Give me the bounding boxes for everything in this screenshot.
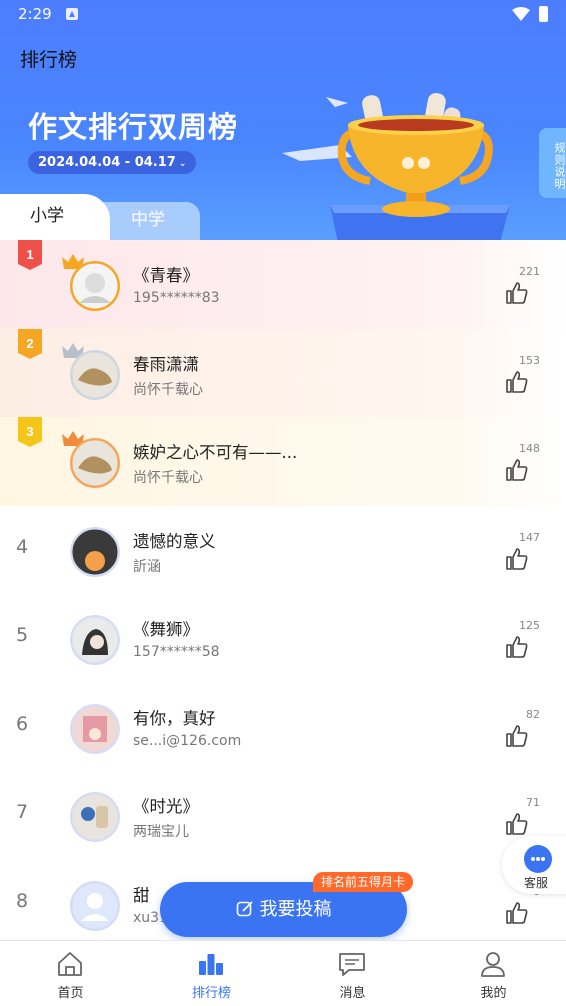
wifi-icon bbox=[512, 7, 530, 21]
thumbs-up-icon[interactable] bbox=[505, 724, 529, 748]
avatar bbox=[70, 438, 120, 488]
nav-profile-label: 我的 bbox=[480, 986, 507, 1001]
ranking-list: 1 《青春》 195******83 221 2 春雨潇潇 尚怀千载心 1 5 3 … bbox=[0, 240, 566, 948]
like-count: 82 bbox=[526, 707, 540, 721]
like-count: 153 bbox=[519, 353, 540, 367]
like-count: 71 bbox=[526, 796, 540, 809]
essay-title: 有你，真好 bbox=[133, 708, 216, 728]
promo-tag: 排名前五得月卡 bbox=[313, 872, 414, 892]
home-icon bbox=[58, 952, 82, 976]
status-time: 2:29 bbox=[18, 5, 52, 23]
essay-author: 訢涵 bbox=[133, 558, 161, 575]
customer-service-button[interactable]: 客服 bbox=[502, 836, 566, 894]
avatar bbox=[70, 703, 120, 754]
ranking-row[interactable]: 7 《时光》 两瑞宝儿 71 bbox=[0, 771, 566, 860]
essay-author: se...i@126.com bbox=[133, 732, 242, 749]
nav-ranking[interactable]: 排行榜 bbox=[141, 941, 282, 1006]
date-range-selector[interactable]: 2024.04.04 - 04.17 ⌄ bbox=[28, 151, 197, 174]
message-icon bbox=[339, 953, 365, 976]
rank-number: 4 bbox=[16, 535, 29, 558]
bottom-navigation: 首页 排行榜 消息 我的 bbox=[0, 940, 566, 1006]
board-title: 作文排行双周榜 bbox=[28, 110, 239, 144]
ranking-row[interactable]: 5 《舞狮》 157******58 125 bbox=[0, 594, 566, 683]
svg-text:1: 1 bbox=[26, 247, 33, 262]
rank-number: 6 bbox=[16, 712, 29, 735]
avatar bbox=[70, 261, 120, 311]
svg-text:3: 3 bbox=[26, 424, 33, 439]
ranking-row[interactable]: 2 春雨潇潇 尚怀千载心 153 bbox=[0, 328, 566, 417]
thumbs-up-icon[interactable] bbox=[505, 547, 529, 571]
chevron-down-icon: ⌄ bbox=[178, 159, 187, 169]
rank-badge-3: 3 bbox=[18, 417, 42, 447]
rank-number: 5 bbox=[16, 624, 29, 646]
edit-icon bbox=[236, 901, 253, 917]
notification-icon bbox=[66, 8, 78, 20]
thumbs-up-icon[interactable] bbox=[505, 812, 529, 836]
nav-ranking-label: 排行榜 bbox=[191, 986, 231, 1001]
essay-author: 尚怀千载心 bbox=[133, 470, 203, 486]
tab-primary-school[interactable]: 小学 bbox=[0, 194, 110, 242]
essay-author: 尚怀千载心 bbox=[133, 381, 203, 398]
essay-title: 春雨潇潇 bbox=[133, 354, 199, 374]
avatar bbox=[70, 792, 120, 842]
nav-profile[interactable]: 我的 bbox=[423, 941, 564, 1006]
svg-text:2: 2 bbox=[26, 336, 33, 351]
like-count: 147 bbox=[519, 530, 540, 544]
profile-icon bbox=[481, 952, 505, 977]
ranking-row[interactable]: 4 遗憾的意义 訢涵 147 bbox=[0, 506, 566, 595]
submit-essay-label: 我要投稿 bbox=[259, 899, 332, 920]
rank-number: 8 bbox=[16, 889, 29, 912]
nav-messages[interactable]: 消息 bbox=[282, 941, 423, 1006]
trophy-illustration bbox=[282, 93, 510, 243]
avatar bbox=[70, 615, 120, 665]
nav-home[interactable]: 首页 bbox=[0, 941, 141, 1006]
like-count: 221 bbox=[519, 265, 540, 278]
thumbs-up-icon[interactable] bbox=[505, 458, 529, 482]
date-range-label: 2024.04.04 - 04.17 bbox=[38, 155, 176, 170]
nav-home-label: 首页 bbox=[57, 986, 84, 1001]
page-title: 排行榜 bbox=[20, 49, 78, 71]
customer-service-label: 客服 bbox=[524, 876, 549, 890]
essay-title: 嫉妒之心不可有——... bbox=[133, 443, 298, 462]
avatar bbox=[70, 349, 120, 400]
avatar bbox=[70, 880, 120, 931]
essay-title: 遗憾的意义 bbox=[133, 531, 216, 551]
nav-messages-label: 消息 bbox=[339, 986, 366, 1001]
essay-title: 《时光》 bbox=[133, 797, 199, 816]
ranking-icon bbox=[199, 954, 223, 975]
ranking-row[interactable]: 1 《青春》 195******83 221 bbox=[0, 240, 566, 329]
thumbs-up-icon[interactable] bbox=[505, 281, 529, 305]
essay-author: 157******58 bbox=[133, 644, 220, 660]
like-count: 148 bbox=[519, 442, 540, 455]
tab-middle-school[interactable]: 中学 bbox=[96, 202, 200, 242]
thumbs-up-icon[interactable] bbox=[505, 901, 529, 925]
status-bar: 2:29 bbox=[0, 0, 566, 30]
thumbs-up-icon[interactable] bbox=[505, 370, 529, 394]
rank-badge-2: 2 bbox=[18, 328, 42, 359]
chat-bubble-icon bbox=[524, 845, 552, 873]
like-count: 125 bbox=[519, 619, 540, 632]
essay-author: 195******83 bbox=[133, 290, 220, 306]
essay-author: 两瑞宝儿 bbox=[133, 824, 189, 840]
ranking-row[interactable]: 3 嫉妒之心不可有——... 尚怀千载心 148 bbox=[0, 417, 566, 506]
essay-title: 《舞狮》 bbox=[133, 620, 199, 639]
essay-title: 甜 bbox=[133, 885, 150, 905]
battery-icon bbox=[539, 6, 548, 22]
rank-badge-1: 1 bbox=[18, 240, 42, 270]
ranking-page: 2:29 排行榜 作文排行双周榜 2024.04.04 - 04.17 ⌄ 规则说… bbox=[0, 0, 566, 1006]
thumbs-up-icon[interactable] bbox=[505, 635, 529, 659]
rank-number: 7 bbox=[16, 801, 29, 823]
avatar bbox=[70, 526, 120, 577]
essay-title: 《青春》 bbox=[133, 266, 199, 285]
rules-button[interactable]: 规则说明 bbox=[539, 128, 566, 198]
ranking-row[interactable]: 6 有你，真好 se...i@126.com 82 bbox=[0, 683, 566, 772]
